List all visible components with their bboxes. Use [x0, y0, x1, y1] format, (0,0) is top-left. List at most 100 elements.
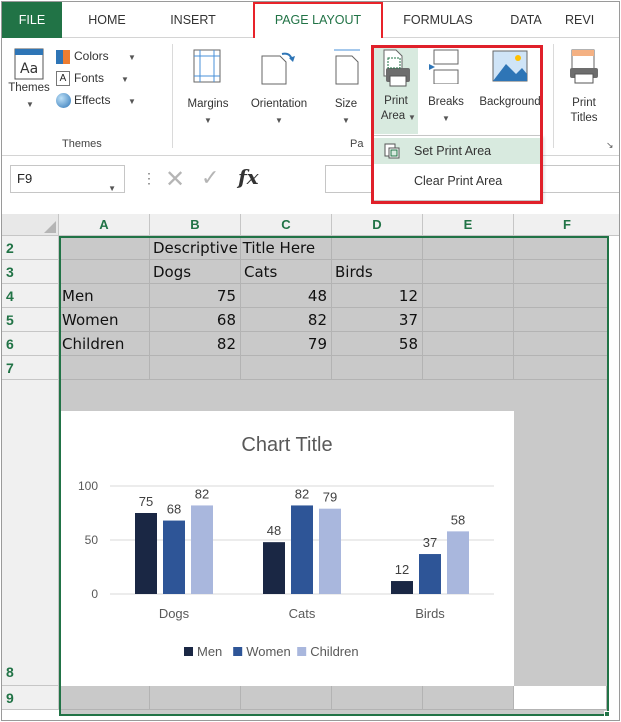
cancel-icon[interactable]: ✕: [165, 165, 185, 194]
data-label: 12: [395, 562, 409, 577]
value-cell[interactable]: 58: [332, 332, 423, 356]
cell[interactable]: [59, 260, 150, 284]
print-area-button[interactable]: Print Area ▼: [374, 46, 418, 134]
set-print-area-item[interactable]: Set Print Area: [374, 138, 542, 164]
value-cell[interactable]: 12: [332, 284, 423, 308]
row-header-9[interactable]: 9: [2, 686, 59, 710]
background-button[interactable]: Background: [470, 48, 550, 134]
active-cell-f9[interactable]: [514, 686, 607, 710]
insert-function-icon[interactable]: fx: [238, 165, 259, 189]
cell[interactable]: [423, 284, 514, 308]
column-header-d[interactable]: D: [332, 214, 423, 236]
cell[interactable]: [514, 308, 609, 332]
enter-icon[interactable]: ✓: [201, 165, 219, 191]
colors-button[interactable]: Colors ▼: [56, 48, 166, 66]
row-label-cell[interactable]: Women: [59, 308, 150, 332]
print-area-icon: [383, 49, 410, 87]
column-header-f[interactable]: F: [514, 214, 619, 236]
cell[interactable]: [423, 356, 514, 380]
y-tick-label: 50: [85, 533, 99, 547]
tab-formulas[interactable]: FORMULAS: [392, 2, 484, 38]
row-label-cell[interactable]: Men: [59, 284, 150, 308]
cell[interactable]: [59, 356, 150, 380]
cell[interactable]: [514, 356, 609, 380]
row-header-6[interactable]: 6: [2, 332, 59, 356]
value-cell[interactable]: 75: [150, 284, 241, 308]
margins-button[interactable]: Margins ▼: [178, 48, 238, 138]
clear-print-area-item[interactable]: Clear Print Area: [374, 168, 542, 194]
size-icon: [334, 49, 360, 85]
column-header-e[interactable]: E: [423, 214, 514, 236]
row-label-cell[interactable]: Children: [59, 332, 150, 356]
value-cell[interactable]: 82: [150, 332, 241, 356]
orientation-button[interactable]: Orientation ▼: [240, 48, 318, 138]
select-all-corner[interactable]: [2, 214, 59, 236]
tab-insert[interactable]: INSERT: [152, 2, 234, 38]
column-label-cell[interactable]: Birds: [332, 260, 423, 284]
value-cell[interactable]: 37: [332, 308, 423, 332]
name-box[interactable]: F9 ▼: [10, 165, 125, 193]
chevron-down-icon: ▼: [128, 97, 136, 106]
sheet-title-cell[interactable]: Descriptive Title Here: [150, 236, 315, 260]
cell[interactable]: [423, 260, 514, 284]
cell[interactable]: [423, 332, 514, 356]
row-header-7[interactable]: 7: [2, 356, 59, 380]
cell[interactable]: [514, 260, 609, 284]
value-cell[interactable]: 68: [150, 308, 241, 332]
tab-page-layout[interactable]: PAGE LAYOUT: [253, 2, 383, 38]
cell[interactable]: [59, 686, 150, 710]
chevron-down-icon: ▼: [342, 116, 350, 125]
column-header-b[interactable]: B: [150, 214, 241, 236]
cell[interactable]: [150, 356, 241, 380]
print-titles-button[interactable]: Print Titles: [558, 48, 610, 134]
cell[interactable]: [241, 686, 332, 710]
cell[interactable]: [423, 686, 514, 710]
cell[interactable]: [514, 236, 609, 260]
value-cell[interactable]: 82: [241, 308, 332, 332]
themes-button[interactable]: Aa Themes ▼: [6, 48, 52, 138]
x-tick-label: Cats: [289, 606, 316, 621]
column-header-c[interactable]: C: [241, 214, 332, 236]
bar-men-birds: [391, 581, 413, 594]
cell[interactable]: [423, 236, 514, 260]
column-label-cell[interactable]: Dogs: [150, 260, 241, 284]
cell[interactable]: [59, 236, 150, 260]
bar-men-cats: [263, 542, 285, 594]
tab-home[interactable]: HOME: [72, 2, 142, 38]
value-cell[interactable]: 48: [241, 284, 332, 308]
chart[interactable]: Chart Title 0 50 100 75 68 82 Dogs 48 82 79 Cats 12 3…: [60, 411, 514, 686]
row-header-2[interactable]: 2: [2, 236, 59, 260]
breaks-button[interactable]: Breaks ▼: [424, 48, 468, 134]
row-header-3[interactable]: 3: [2, 260, 59, 284]
dialog-launcher-icon[interactable]: ↘: [606, 140, 614, 151]
tab-file[interactable]: FILE: [2, 2, 62, 38]
chevron-down-icon: ▼: [408, 113, 416, 122]
cell[interactable]: [332, 236, 423, 260]
tab-data[interactable]: DATA: [496, 2, 556, 38]
column-header-a[interactable]: A: [59, 214, 150, 236]
size-label: Size: [334, 98, 358, 110]
value-cell[interactable]: 79: [241, 332, 332, 356]
column-label-cell[interactable]: Cats: [241, 260, 332, 284]
cell[interactable]: [332, 686, 423, 710]
print-area-menu: Set Print Area Clear Print Area: [373, 135, 543, 201]
row-header-5[interactable]: 5: [2, 308, 59, 332]
tab-review[interactable]: REVI: [565, 2, 619, 38]
row-header-4[interactable]: 4: [2, 284, 59, 308]
margins-icon: [193, 49, 221, 83]
row-header-8[interactable]: 8: [2, 380, 59, 686]
fill-handle[interactable]: [604, 711, 610, 717]
cell[interactable]: [241, 356, 332, 380]
cell[interactable]: [514, 332, 609, 356]
cell[interactable]: [423, 308, 514, 332]
cell[interactable]: [514, 284, 609, 308]
orientation-icon: [261, 52, 295, 85]
fonts-button[interactable]: A Fonts ▼: [56, 70, 166, 88]
effects-button[interactable]: Effects ▼: [56, 92, 166, 110]
cell[interactable]: [332, 356, 423, 380]
size-button[interactable]: Size ▼: [324, 48, 368, 138]
cell[interactable]: [150, 686, 241, 710]
chevron-down-icon: ▼: [204, 116, 212, 125]
legend-swatch-children: [297, 647, 307, 656]
bar-men-dogs: [135, 513, 157, 594]
